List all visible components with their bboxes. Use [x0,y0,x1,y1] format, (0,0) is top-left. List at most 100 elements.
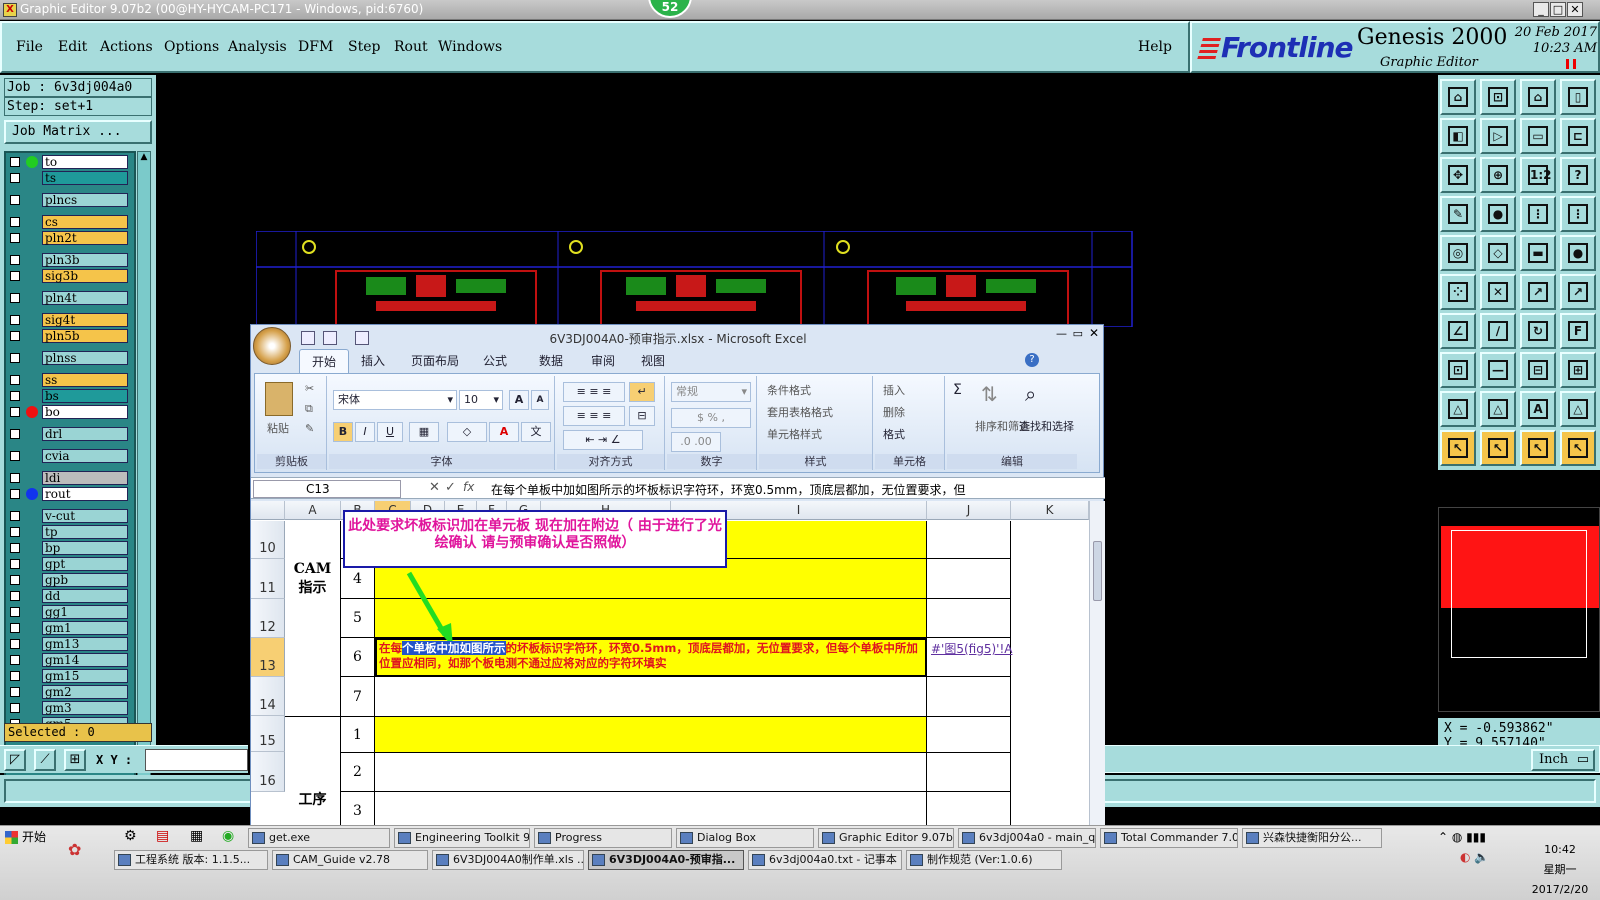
layer-name[interactable]: gm2 [42,685,128,699]
formula-input[interactable]: 在每个单板中加如图所示的坏板标识字符环，环宽0.5mm，顶底层都加，无位置要求，… [491,481,1051,498]
layer-row-gg1[interactable]: gg1 [8,605,128,619]
layer-row-gm15[interactable]: gm15 [8,669,128,683]
layer-name[interactable]: pln3b [42,253,128,267]
layer-name[interactable]: bs [42,389,128,403]
merge-cells-icon[interactable]: ⊟ [629,406,655,426]
italic-button[interactable]: I [355,422,375,442]
layer-row-plnss[interactable]: plnss [8,351,128,365]
comment-callout[interactable]: 此处要求坏板标识加在单元板 现在加在附边（ 由于进行了光绘确认 请与预审确认是否… [343,510,727,568]
reference-cell[interactable] [927,521,1011,559]
layer-row-gm3[interactable]: gm3 [8,701,128,715]
layer-row-plncs[interactable]: plncs [8,193,128,207]
excel-window[interactable]: 6V3DJ004A0-预审指示.xlsx - Microsoft Excel —… [250,324,1105,828]
name-box[interactable]: C13 [253,480,401,498]
triangle3-tool-button[interactable]: △ [1560,391,1596,427]
angle-tool-button[interactable]: ∠ [1440,313,1476,349]
layer-name[interactable]: gm3 [42,701,128,715]
layer-checkbox[interactable] [10,195,20,205]
layer-name[interactable]: pln2t [42,231,128,245]
select-all-corner[interactable] [251,501,285,520]
insert-function-icon[interactable]: fx [463,480,474,494]
number-format-select[interactable]: 常规 ▾ [671,382,751,402]
layer-row-dd[interactable]: dd [8,589,128,603]
grid2-tool-button[interactable]: ⋮ [1560,196,1596,232]
layer-name[interactable]: gm1 [42,621,128,635]
viewport-frame[interactable] [1451,530,1587,658]
row-header-14[interactable]: 14 [251,677,285,716]
network-tool-button[interactable]: ⁘ [1440,274,1476,310]
layer-name[interactable]: dd [42,589,128,603]
border-icon[interactable]: ▦ [409,422,439,442]
layer-row-ldi[interactable]: ldi [8,471,128,485]
ribbon-tab-2[interactable]: 页面布局 [411,352,459,369]
menu-rout[interactable]: Rout [394,39,428,55]
layer-row-bs[interactable]: bs [8,389,128,403]
layer-list[interactable]: to ts plncs cs pln2t pln3b sig3b pln4t sig4t pln5… [4,151,136,791]
layer-checkbox[interactable] [10,703,20,713]
excel-maximize-button[interactable]: ▭ [1073,327,1083,340]
layer-checkbox[interactable] [10,217,20,227]
layer-name[interactable]: plncs [42,193,128,207]
spreadsheet-grid[interactable]: ABCDEFGHIJK 10111213141516 CAM 指示工序45671… [251,501,1105,828]
layer-row-sig4t[interactable]: sig4t [8,313,128,327]
layer-row-gpt[interactable]: gpt [8,557,128,571]
confirm-formula-icon[interactable]: ✓ [445,480,456,495]
taskbar-button[interactable]: 6V3DJ004A0-预审指... [588,850,744,870]
layer-name[interactable]: ldi [42,471,128,485]
taskbar-button[interactable]: Total Commander 7.0... [1100,828,1238,848]
hyperlink-cell[interactable]: #'图5(fig5)'!A [931,641,1017,657]
layer-checkbox[interactable] [10,451,20,461]
taskbar-button[interactable]: Engineering Toolkit 9.... [394,828,530,848]
layer-name[interactable]: cs [42,215,128,229]
taskbar-button[interactable]: 6v3dj004a0.txt - 记事本 [748,850,902,870]
taskbar-button[interactable]: Progress [534,828,672,848]
pcb-canvas[interactable] [256,231,1152,327]
column-header-J[interactable]: J [927,501,1011,520]
volume-icon[interactable]: ◐ 🔈 [1460,850,1489,864]
sum-icon[interactable]: Σ [953,382,962,398]
row-header-13[interactable]: 13 [251,638,285,677]
delete-cells-button[interactable]: 删除 [883,404,905,420]
vertical-scrollbar[interactable] [1089,501,1105,828]
browser-icon[interactable]: ◉ [222,828,234,844]
overview-map[interactable] [1438,507,1600,712]
grid-icon[interactable]: ⊞ [64,749,86,771]
layer-name[interactable]: plnss [42,351,128,365]
grow-font-button[interactable]: A [509,390,529,410]
vector-tool-button[interactable]: ↗ [1520,274,1556,310]
cut-icon[interactable]: ✂ [305,382,314,395]
layout-tool-button[interactable]: ▯ [1560,79,1596,115]
layer-row-to[interactable]: to [8,155,128,169]
table-format-button[interactable]: 套用表格格式 [767,404,833,420]
layer-name[interactable]: gpt [42,557,128,571]
layer-checkbox[interactable] [10,655,20,665]
step-number-cell[interactable]: 1 [341,717,375,753]
pointer4-tool-button[interactable]: ↖ [1560,430,1596,466]
layer-row-pln5b[interactable]: pln5b [8,329,128,343]
layer-name[interactable]: tp [42,525,128,539]
units-button[interactable]: Inch ▭ [1531,749,1595,771]
step-number-cell[interactable]: 3 [341,792,375,828]
layer-checkbox[interactable] [10,527,20,537]
menu-analysis[interactable]: Analysis [228,39,287,55]
ribbon-tab-4[interactable]: 数据 [539,352,563,369]
shape-tool-button[interactable]: ◇ [1480,235,1516,271]
layer-row-rout[interactable]: rout [8,487,128,501]
layer-checkbox[interactable] [10,511,20,521]
layer-checkbox[interactable] [10,639,20,649]
zoom-tool-button[interactable]: ⊕ [1480,157,1516,193]
underline-button[interactable]: U [377,422,403,442]
layer-checkbox[interactable] [10,407,20,417]
layer-name[interactable]: gg1 [42,605,128,619]
percent-icon[interactable]: $ % , [671,408,751,428]
text-tool-button[interactable]: A [1520,391,1556,427]
layer-row-gm13[interactable]: gm13 [8,637,128,651]
right-tool-button[interactable]: ▷ [1480,118,1516,154]
wrap-text-icon[interactable]: ↵ [629,382,655,402]
pan-tool-button[interactable]: ⊡ [1480,79,1516,115]
cell-c13-text[interactable]: 在每个单板中加如图所示的坏板标识字符环，环宽0.5mm，顶底层都加，无位置要求，… [379,641,919,671]
line-tool-tool-button[interactable]: — [1480,352,1516,388]
find-select-button[interactable]: 查找和选择 [1019,418,1074,434]
layer-checkbox[interactable] [10,315,20,325]
layer-scrollbar[interactable]: ▲ ▼ [137,151,151,791]
